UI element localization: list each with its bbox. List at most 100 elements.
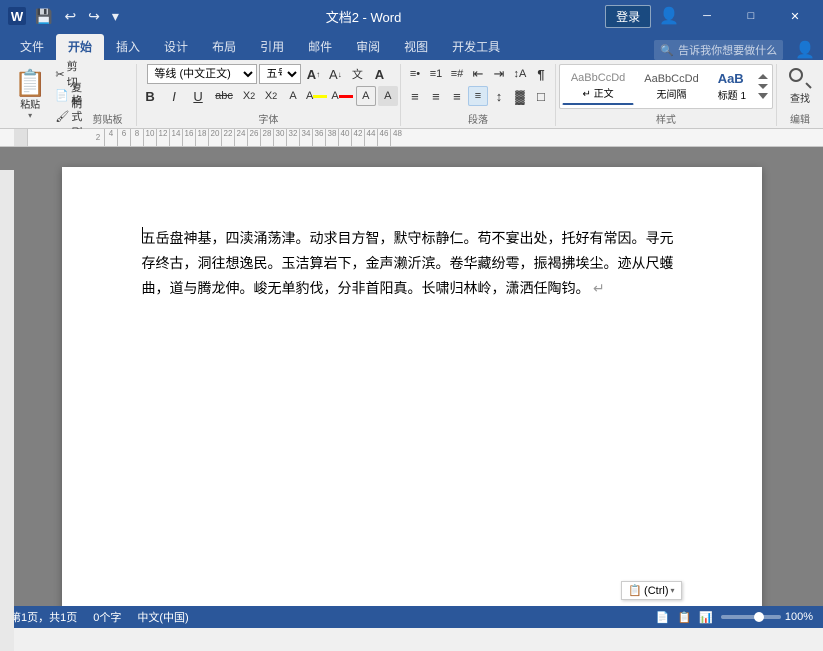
- ruler: 2 4 6 8 10 12 14 16 18 20 22 24 26 28 30…: [0, 129, 823, 147]
- tab-home[interactable]: 开始: [56, 34, 104, 60]
- editing-group-label: 编辑: [783, 109, 817, 126]
- document-content[interactable]: 五岳盘神基，四渎涌荡津。动求目方智，默守标静仁。苟不宴出处，托好有常因。寻元存终…: [142, 227, 682, 303]
- quick-undo-button[interactable]: ↩: [61, 8, 79, 25]
- align-center-button[interactable]: ≡: [426, 86, 446, 106]
- align-left-button[interactable]: ≡: [405, 86, 425, 106]
- print-layout-icon[interactable]: 📋: [677, 611, 691, 624]
- tab-layout[interactable]: 布局: [200, 34, 248, 60]
- underline-button[interactable]: U: [187, 86, 209, 106]
- superscript-button[interactable]: X2: [261, 86, 281, 106]
- tab-references[interactable]: 引用: [248, 34, 296, 60]
- strikethrough-button[interactable]: abc: [211, 86, 237, 106]
- search-icon: 🔍: [660, 44, 674, 57]
- tab-view[interactable]: 视图: [392, 34, 440, 60]
- clipboard-group: 📋 粘贴 ▾ ✂ 剪切 📄 复制 🖌 格式刷 剪贴板: [4, 64, 137, 126]
- clipboard-group-label: 剪贴板: [83, 109, 131, 126]
- user-account-icon[interactable]: 👤: [795, 40, 815, 60]
- paste-tooltip-button[interactable]: 📋 (Ctrl) ▾: [621, 581, 681, 600]
- style-heading1[interactable]: AaB 标题 1: [709, 67, 755, 106]
- ribbon-search[interactable]: 🔍 告诉我你想要做什么: [654, 40, 783, 60]
- decrease-font-button[interactable]: A↓: [325, 64, 345, 84]
- align-right-button[interactable]: ≡: [447, 86, 467, 106]
- paste-tooltip-label: (Ctrl): [644, 585, 668, 597]
- document-page: 五岳盘神基，四渎涌荡津。动求目方智，默守标静仁。苟不宴出处，托好有常因。寻元存终…: [62, 167, 762, 606]
- close-button[interactable]: ✕: [775, 0, 815, 32]
- read-mode-icon[interactable]: 📄: [656, 611, 670, 624]
- cut-icon: ✂: [55, 68, 64, 81]
- bold-button[interactable]: B: [139, 86, 161, 106]
- title-bar: W 💾 ↩ ↪ ▾ 文档2 - Word 登录 👤 ─ □ ✕: [0, 0, 823, 32]
- zoom-thumb[interactable]: [754, 612, 764, 622]
- paste-button[interactable]: 📋 粘贴 ▾: [8, 68, 52, 122]
- increase-indent-button[interactable]: ⇥: [489, 64, 509, 84]
- styles-scroll-down-icon[interactable]: [758, 84, 768, 89]
- ruler-marks: 2 4 6 8 10 12 14 16 18 20 22 24 26 28 30…: [28, 129, 823, 146]
- find-label: 查找: [790, 90, 810, 105]
- font-family-select[interactable]: 等线 (中文正文): [147, 64, 257, 84]
- text-highlight-button[interactable]: A: [305, 86, 328, 106]
- font-group: 等线 (中文正文) 五号 A↑ A↓ 文 A B I U abc X2 X2 A…: [139, 64, 401, 126]
- tab-developer[interactable]: 开发工具: [440, 34, 512, 60]
- multilevel-list-button[interactable]: ≡#: [447, 64, 467, 84]
- paragraph-row-1: ≡• ≡1 ≡# ⇤ ⇥ ↕A ¶: [405, 64, 551, 84]
- paste-tooltip-area: 📋 (Ctrl) ▾: [621, 577, 681, 600]
- style-normal[interactable]: AaBbCcDd ↵ 正文: [562, 68, 634, 105]
- shading-button[interactable]: A: [378, 86, 398, 106]
- paste-expand-icon[interactable]: ▾: [28, 111, 32, 120]
- font-size-select[interactable]: 五号: [259, 64, 301, 84]
- paste-tooltip-icon: 📋: [628, 584, 642, 597]
- border-para-button[interactable]: □: [531, 86, 551, 106]
- paste-tooltip-expand-icon[interactable]: ▾: [670, 586, 674, 595]
- zoom-slider[interactable]: [721, 615, 781, 619]
- format-painter-button[interactable]: 🖌 格式刷: [54, 106, 83, 126]
- styles-scroll-buttons[interactable]: [756, 72, 770, 101]
- text-effect-button[interactable]: A: [283, 86, 303, 106]
- copy-icon: 📄: [55, 89, 69, 102]
- ruler-corner: [14, 129, 28, 146]
- font-color-button[interactable]: A: [330, 86, 353, 106]
- line-spacing-button[interactable]: ↕: [489, 86, 509, 106]
- user-icon[interactable]: 👤: [655, 6, 683, 26]
- search-icon: [789, 68, 811, 90]
- character-border-button[interactable]: A: [356, 86, 376, 106]
- paragraph-mark: ↵: [593, 282, 605, 297]
- tab-design[interactable]: 设计: [152, 34, 200, 60]
- sort-button[interactable]: ↕A: [510, 64, 530, 84]
- shading-para-button[interactable]: ▓: [510, 86, 530, 106]
- maximize-button[interactable]: □: [731, 0, 771, 32]
- cursor-top: [142, 227, 143, 248]
- vertical-ruler: [0, 170, 14, 606]
- styles-scroll-up-icon[interactable]: [758, 74, 768, 79]
- quick-customize-button[interactable]: ▾: [109, 8, 122, 25]
- styles-gallery: AaBbCcDd ↵ 正文 AaBbCcDd 无间隔 AaB 标题 1: [559, 64, 773, 109]
- quick-save-button[interactable]: 💾: [32, 8, 55, 25]
- justify-button[interactable]: ≡: [468, 86, 488, 106]
- search-placeholder: 告诉我你想要做什么: [678, 42, 777, 58]
- status-bar-right: 📄 📋 📊 100%: [656, 611, 813, 624]
- quick-redo-button[interactable]: ↪: [85, 8, 103, 25]
- font-row-2: B I U abc X2 X2 A A A A A: [139, 86, 398, 106]
- tab-mail[interactable]: 邮件: [296, 34, 344, 60]
- web-layout-icon[interactable]: 📊: [699, 611, 713, 624]
- numbering-button[interactable]: ≡1: [426, 64, 446, 84]
- paragraph-row-2: ≡ ≡ ≡ ≡ ↕ ▓ □: [405, 86, 551, 106]
- italic-button[interactable]: I: [163, 86, 185, 106]
- phonetic-guide-button[interactable]: 文: [347, 64, 367, 84]
- find-button[interactable]: 查找: [783, 64, 817, 109]
- document-area[interactable]: 五岳盘神基，四渎涌荡津。动求目方智，默守标静仁。苟不宴出处，托好有常因。寻元存终…: [0, 147, 823, 606]
- minimize-button[interactable]: ─: [687, 0, 727, 32]
- title-bar-title: 文档2 - Word: [122, 7, 605, 26]
- format-painter-icon: 🖌: [55, 110, 69, 123]
- style-no-spacing[interactable]: AaBbCcDd 无间隔: [635, 69, 707, 105]
- tab-file[interactable]: 文件: [8, 34, 56, 60]
- login-button[interactable]: 登录: [605, 5, 651, 28]
- bullets-button[interactable]: ≡•: [405, 64, 425, 84]
- clear-format-button[interactable]: A: [369, 64, 389, 84]
- subscript-button[interactable]: X2: [239, 86, 259, 106]
- styles-expand-icon[interactable]: [758, 93, 768, 99]
- decrease-indent-button[interactable]: ⇤: [468, 64, 488, 84]
- tab-review[interactable]: 审阅: [344, 34, 392, 60]
- increase-font-button[interactable]: A↑: [303, 64, 323, 84]
- show-marks-button[interactable]: ¶: [531, 64, 551, 84]
- tab-insert[interactable]: 插入: [104, 34, 152, 60]
